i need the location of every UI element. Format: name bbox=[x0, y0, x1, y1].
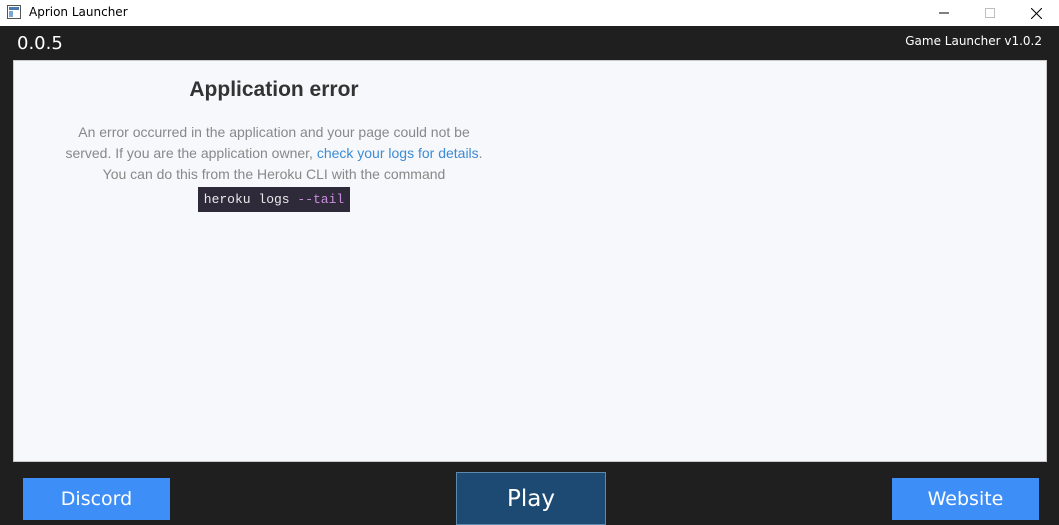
close-button[interactable] bbox=[1013, 0, 1059, 26]
error-title: Application error bbox=[189, 78, 359, 101]
minimize-icon bbox=[939, 12, 949, 14]
window-titlebar: Aprion Launcher bbox=[0, 0, 1059, 26]
game-version: 0.0.5 bbox=[17, 33, 63, 54]
discord-button[interactable]: Discord bbox=[23, 478, 170, 520]
error-line-1: An error occurred in the application and… bbox=[78, 124, 470, 140]
error-message: Application error An error occurred in t… bbox=[34, 75, 514, 212]
app-icon bbox=[7, 5, 21, 19]
maximize-button[interactable] bbox=[967, 0, 1013, 26]
error-line-2-prefix: served. If you are the application owner… bbox=[65, 145, 317, 161]
play-button[interactable]: Play bbox=[456, 472, 606, 525]
error-description: An error occurred in the application and… bbox=[34, 122, 514, 212]
cli-command: heroku logs --tail bbox=[197, 187, 351, 212]
window-title: Aprion Launcher bbox=[29, 5, 128, 19]
news-webview[interactable]: Application error An error occurred in t… bbox=[13, 60, 1047, 462]
logs-link[interactable]: check your logs for details bbox=[317, 145, 479, 161]
cli-command-main: heroku logs bbox=[203, 192, 298, 207]
error-line-3: You can do this from the Heroku CLI with… bbox=[102, 166, 446, 182]
maximize-icon bbox=[985, 8, 995, 18]
website-button[interactable]: Website bbox=[892, 478, 1039, 520]
minimize-button[interactable] bbox=[921, 0, 967, 26]
error-line-2-suffix: . bbox=[478, 145, 483, 161]
error-line-2: served. If you are the application owner… bbox=[34, 143, 514, 164]
cli-command-flag: --tail bbox=[297, 192, 345, 207]
close-icon bbox=[1030, 7, 1042, 19]
launcher-version: Game Launcher v1.0.2 bbox=[905, 34, 1042, 48]
